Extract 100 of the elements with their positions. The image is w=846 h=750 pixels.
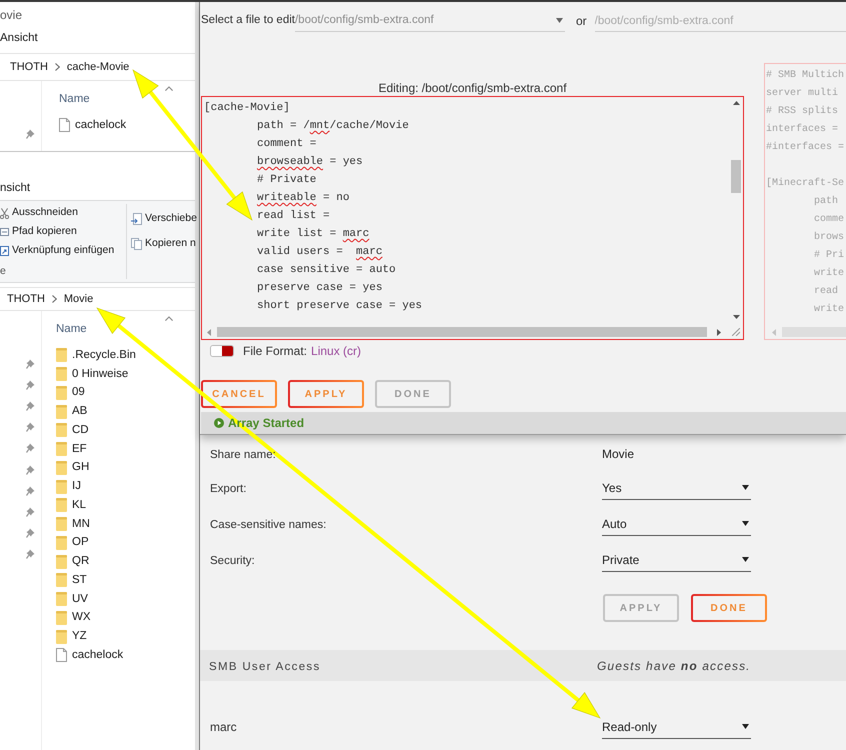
ribbon-tab[interactable]: nsicht xyxy=(0,180,30,198)
preview-line: # RSS splits xyxy=(766,104,838,119)
chevron-icon xyxy=(54,63,60,71)
folder-icon xyxy=(56,460,67,475)
dropdown-arrow-icon xyxy=(742,557,749,562)
folder-icon xyxy=(56,423,67,438)
preview-line: read xyxy=(814,284,838,299)
field-label: Select a file to edit xyxy=(201,13,295,28)
folder-name[interactable]: WX xyxy=(72,609,91,626)
folder-name[interactable]: AB xyxy=(72,403,88,420)
field-label: Share name: xyxy=(210,449,276,461)
folder-name[interactable]: OP xyxy=(72,534,89,552)
code-line: valid users = marc xyxy=(257,245,382,260)
column-header[interactable]: Name xyxy=(56,321,87,337)
field-label: Case-sensitive names: xyxy=(210,519,326,531)
code-line: preserve case = yes xyxy=(257,281,382,296)
preview-line: write xyxy=(814,302,844,317)
code-line: comment = xyxy=(257,137,316,152)
file-format-value: Linux (cr) xyxy=(311,343,362,360)
folder-icon xyxy=(56,498,67,512)
folder-icon xyxy=(56,554,67,569)
field-label: Security: xyxy=(210,555,255,567)
ribbon-tab[interactable]: Ansicht xyxy=(0,30,38,48)
field-value: Movie xyxy=(602,446,634,463)
folder-name[interactable]: 09 xyxy=(72,384,85,402)
ribbon-button[interactable]: Pfad kopieren xyxy=(0,222,77,242)
dropdown[interactable]: Yes xyxy=(602,476,751,500)
preview-line: # SMB Multich xyxy=(766,68,844,83)
breadcrumb-item[interactable]: Movie xyxy=(64,290,94,308)
play-circle-icon xyxy=(214,418,224,428)
folder-name[interactable]: KL xyxy=(72,496,86,514)
preview-line: [Minecraft-Se xyxy=(766,176,844,191)
breadcrumb-item[interactable]: THOTH xyxy=(7,290,45,308)
folder-icon xyxy=(56,610,67,625)
column-header[interactable]: Name xyxy=(59,91,90,107)
folder-name[interactable]: MN xyxy=(72,516,90,533)
code-line: short preserve case = yes xyxy=(257,299,422,314)
scroll-up-arrow-icon xyxy=(732,101,740,105)
section-title: SMB User Access xyxy=(209,660,321,672)
folder-icon xyxy=(56,480,67,494)
file-icon xyxy=(56,648,67,662)
code-line: path = /mnt/cache/Movie xyxy=(257,119,409,134)
scroll-down-arrow-icon xyxy=(732,315,740,319)
path-input[interactable]: /boot/config/smb-extra.conf xyxy=(594,10,846,32)
toggle-switch[interactable] xyxy=(210,345,234,357)
dropdown-arrow-icon xyxy=(742,521,749,526)
file-icon xyxy=(59,118,70,132)
ribbon-button[interactable]: Verschiebe xyxy=(131,209,197,229)
file-name[interactable]: cachelock xyxy=(75,116,126,134)
preview-line: path xyxy=(814,194,838,209)
folder-icon xyxy=(56,536,67,550)
preview-line: comme xyxy=(814,213,844,227)
folder-name[interactable]: EF xyxy=(72,440,87,458)
preview-line: # Pri xyxy=(814,248,844,263)
folder-name[interactable]: UV xyxy=(72,590,88,608)
breadcrumb-item[interactable]: THOTH xyxy=(10,58,48,76)
ribbon-button[interactable]: Verknüpfung einfügen xyxy=(0,241,114,260)
folder-name[interactable]: QR xyxy=(72,553,90,570)
editor-title: Editing: /boot/config/smb-extra.conf xyxy=(377,80,568,96)
scroll-left-arrow-icon xyxy=(772,328,776,336)
code-line: browseable = yes xyxy=(257,155,363,170)
text-editor[interactable] xyxy=(201,96,744,340)
code-line: read list = xyxy=(257,209,330,224)
ribbon-group-label: e xyxy=(0,264,6,280)
scrollbar-thumb[interactable] xyxy=(217,327,707,337)
folder-name[interactable]: .Recycle.Bin xyxy=(72,346,136,364)
field-label: Export: xyxy=(210,483,246,495)
folder-icon xyxy=(56,348,67,362)
preview-line: brows xyxy=(814,230,844,245)
folder-name[interactable]: GH xyxy=(72,459,90,476)
code-line: case sensitive = auto xyxy=(257,263,396,278)
sort-caret-icon xyxy=(165,316,173,321)
dropdown[interactable]: Private xyxy=(602,548,751,572)
folder-icon xyxy=(56,404,67,419)
preview-line: #interfaces = xyxy=(766,140,844,155)
file-name[interactable]: cachelock xyxy=(72,646,124,664)
resize-grip-icon xyxy=(732,328,740,336)
folder-name[interactable]: 0 Hinweise xyxy=(72,366,128,383)
dropdown[interactable]: Read-only xyxy=(602,715,751,739)
scrollbar-thumb[interactable] xyxy=(731,160,741,193)
dropdown-arrow-icon xyxy=(742,485,749,490)
dropdown[interactable]: Auto xyxy=(602,512,751,536)
folder-name[interactable]: CD xyxy=(72,422,89,439)
address-bar[interactable]: THOTH Movie xyxy=(0,287,195,311)
code-line: write list = marc xyxy=(257,227,370,242)
scroll-left-arrow-icon xyxy=(207,328,211,336)
folder-icon xyxy=(56,630,67,644)
window-title: ovie xyxy=(0,7,22,24)
sort-caret-icon xyxy=(165,86,173,91)
ribbon-button[interactable]: Kopieren n xyxy=(131,234,196,254)
folder-name[interactable]: ST xyxy=(72,572,87,589)
folder-name[interactable]: YZ xyxy=(72,628,87,646)
code-line: # Private xyxy=(257,173,316,188)
ribbon-button[interactable]: Ausschneiden xyxy=(0,204,78,223)
section-note: Guests have no access. xyxy=(597,658,751,674)
code-line: [cache-Movie] xyxy=(204,101,290,116)
folder-icon xyxy=(56,517,67,532)
breadcrumb-item[interactable]: cache-Movie xyxy=(66,58,130,76)
preview-line: interfaces = xyxy=(766,122,838,137)
folder-name[interactable]: IJ xyxy=(72,478,81,496)
